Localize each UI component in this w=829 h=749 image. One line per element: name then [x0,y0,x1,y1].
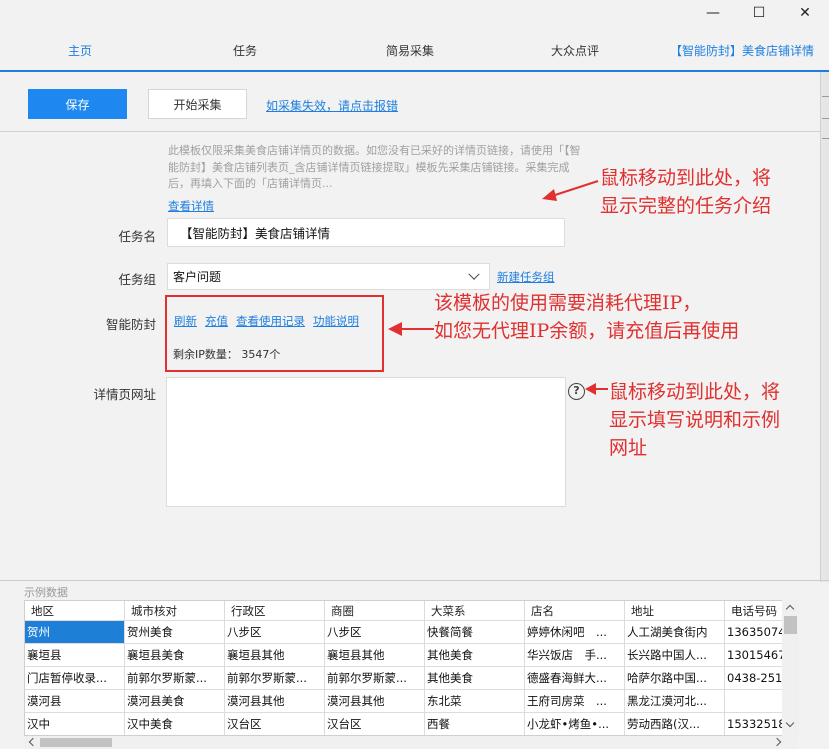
arrow-icon [585,383,608,395]
tab-simple-collect[interactable]: 简易采集 [330,32,490,70]
column-header-shop-name[interactable]: 店名 [525,601,625,621]
tab-home[interactable]: 主页 [0,32,160,70]
table-cell[interactable]: 漠河县其他 [325,690,425,713]
chevron-up-icon [785,604,795,614]
minimize-button[interactable]: — [690,0,736,26]
column-header-city-check[interactable]: 城市核对 [125,601,225,621]
table-cell[interactable]: 黑龙江漠河北... [625,690,725,713]
table-cell[interactable]: 华兴饭店 手... [525,644,625,667]
table-cell[interactable]: 襄垣县美食 [125,644,225,667]
table-cell[interactable]: 汉台区 [225,713,325,735]
maximize-button[interactable]: ☐ [736,0,782,26]
table-cell[interactable]: 襄垣县 [25,644,125,667]
annotation-help-hint: 鼠标移动到此处，将 显示填写说明和示例 网址 [609,381,781,459]
chevron-down-icon [468,268,480,280]
table-cell[interactable]: 东北菜 [425,690,525,713]
table-cell[interactable]: 哈萨尔路中国... [625,667,725,690]
sample-data-title: 示例数据 [24,586,68,599]
table-cell[interactable]: 婷婷休闲吧 ... [525,621,625,644]
detail-url-textarea[interactable] [166,377,566,507]
table-cell[interactable]: 劳动西路(汉... [625,713,725,735]
close-button[interactable]: ✕ [782,0,828,26]
table-cell[interactable]: 门店暂停收录... [25,667,125,690]
table-cell[interactable]: 德盛春海鲜大... [525,667,625,690]
remaining-ip-count: 剩余IP数量： 3547个 [173,348,281,361]
table-cell[interactable]: 汉中 [25,713,125,735]
help-icon[interactable]: ? [568,383,585,400]
table-cell[interactable]: 贺州 [25,621,125,644]
task-group-select[interactable]: 客户问题 [167,263,490,290]
table-cell[interactable]: 八步区 [225,621,325,644]
table-cell[interactable]: 长兴路中国人... [625,644,725,667]
report-error-link[interactable]: 如采集失效，请点击报错 [266,97,398,114]
table-cell[interactable]: 漠河县其他 [225,690,325,713]
annotation-proxy-hint: 该模板的使用需要消耗代理IP， 如您无代理IP余额，请充值后再使用 [434,292,740,342]
vertical-scrollbar[interactable] [782,600,799,736]
table-cell[interactable]: 漠河县美食 [125,690,225,713]
table-cell[interactable]: 汉台区 [325,713,425,735]
proxy-actions: 刷新 充值 查看使用记录 功能说明 [174,313,359,329]
start-collect-button[interactable]: 开始采集 [148,89,247,119]
side-panel-edge [820,72,829,582]
arrow-icon [388,322,434,336]
table-cell[interactable]: 快餐简餐 [425,621,525,644]
save-button[interactable]: 保存 [28,89,127,119]
horizontal-scrollbar[interactable] [24,736,798,749]
table-cell[interactable]: 其他美食 [425,644,525,667]
table-cell[interactable]: 汉中美食 [125,713,225,735]
annotation-intro-hint: 鼠标移动到此处，将 显示完整的任务介绍 [600,167,772,217]
scroll-thumb[interactable] [40,738,112,747]
tab-food-shop-detail[interactable]: 【智能防封】美食店铺详情 [655,32,829,70]
scroll-thumb[interactable] [784,616,797,634]
task-group-value: 客户问题 [173,270,222,284]
refresh-link[interactable]: 刷新 [174,313,197,329]
table-cell[interactable]: 八步区 [325,621,425,644]
column-header-district[interactable]: 行政区 [225,601,325,621]
recharge-link[interactable]: 充值 [205,313,228,329]
new-task-group-link[interactable]: 新建任务组 [497,269,555,285]
tab-tasks[interactable]: 任务 [165,32,325,70]
table-cell[interactable]: 襄垣县其他 [325,644,425,667]
arrow-icon [542,180,599,201]
column-header-region[interactable]: 地区 [25,601,125,621]
task-intro[interactable]: 此模板仅限采集美食店铺详情页的数据。如您没有已采好的详情页链接，请使用「【智能防… [168,143,588,193]
chevron-left-icon [28,737,38,747]
table-cell[interactable]: 贺州美食 [125,621,225,644]
anti-block-label: 智能防封 [105,317,156,332]
table-cell[interactable]: 其他美食 [425,667,525,690]
table-cell[interactable]: 王府司房菜 ... [525,690,625,713]
table-cell[interactable]: 前郭尔罗斯蒙... [325,667,425,690]
usage-record-link[interactable]: 查看使用记录 [236,313,305,329]
column-header-address[interactable]: 地址 [625,601,725,621]
toolbar: 保存 开始采集 如采集失效，请点击报错 [0,74,820,132]
table-cell[interactable]: 人工湖美食街内 [625,621,725,644]
table-cell[interactable]: 西餐 [425,713,525,735]
task-group-label: 任务组 [118,272,156,287]
title-bar: — ☐ ✕ [0,0,829,26]
table-cell[interactable]: 襄垣县其他 [225,644,325,667]
chevron-right-icon [772,737,782,747]
feature-info-link[interactable]: 功能说明 [313,313,359,329]
chevron-down-icon [785,718,795,728]
task-name-label: 任务名 [118,229,156,244]
table-cell[interactable]: 漠河县 [25,690,125,713]
view-detail-link[interactable]: 查看详情 [168,198,214,214]
divider [0,580,829,581]
tab-dianping[interactable]: 大众点评 [495,32,655,70]
table-cell[interactable]: 小龙虾•烤鱼•... [525,713,625,735]
tab-bar: 主页 任务 简易采集 大众点评 【智能防封】美食店铺详情 [0,32,829,72]
column-header-cuisine[interactable]: 大菜系 [425,601,525,621]
sample-data-grid[interactable]: 地区 城市核对 行政区 商圈 大菜系 店名 地址 电话号码 贺州 贺州美食 八步区 八步区 快餐简餐 婷婷… [24,600,798,736]
table-cell[interactable]: 前郭尔罗斯蒙... [225,667,325,690]
table-cell[interactable]: 前郭尔罗斯蒙... [125,667,225,690]
task-name-input[interactable]: 【智能防封】美食店铺详情 [167,218,565,247]
column-header-business-area[interactable]: 商圈 [325,601,425,621]
detail-url-label: 详情页网址 [93,387,156,402]
